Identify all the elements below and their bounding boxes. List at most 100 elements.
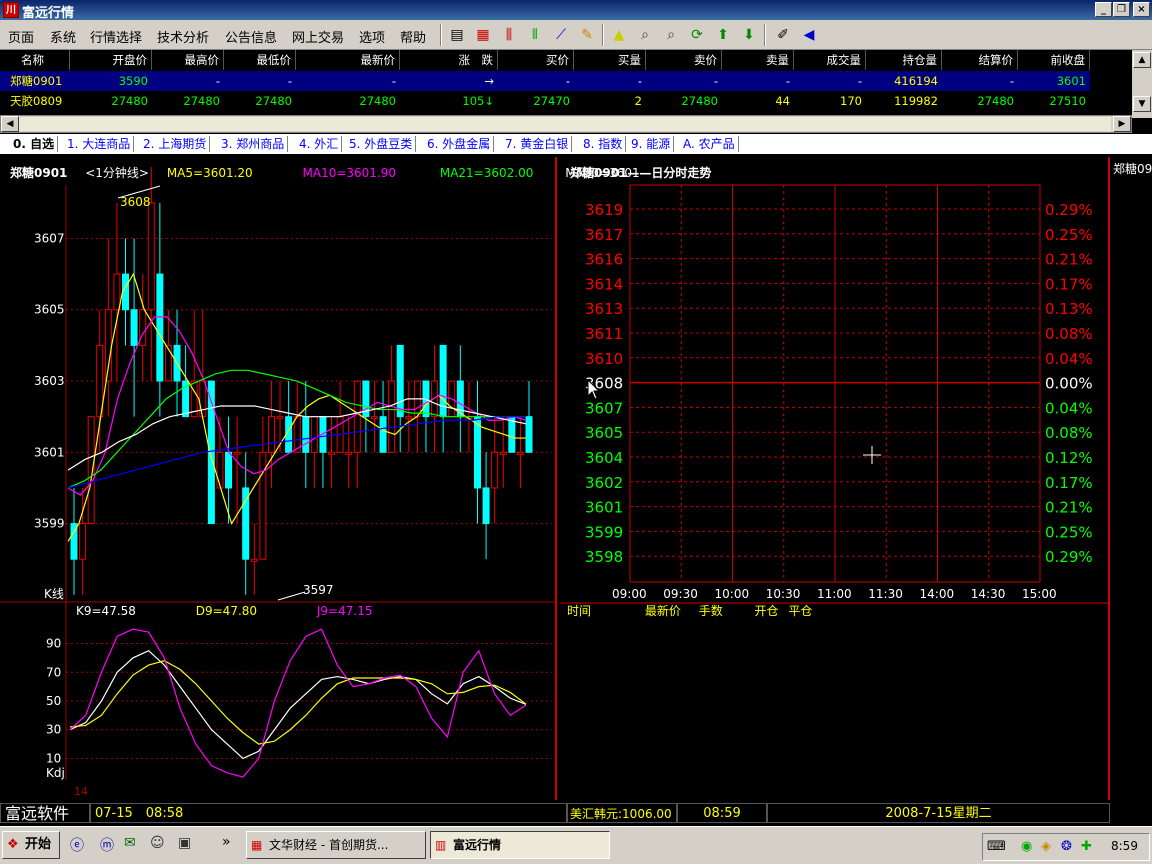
candle-body xyxy=(216,451,224,489)
intraday-pct-tick: 0.08% xyxy=(1045,424,1093,442)
quicklaunch-folder-icon[interactable]: ▣ xyxy=(178,835,191,851)
taskbar: ❖ 开始 ⓔ ⓜ ✉ ☺ ▣ » ▦ 文华财经 - 首创期货... ▥ 富远行情 ⌨ … xyxy=(0,826,1152,864)
status-time-right: 08:59 xyxy=(677,803,767,823)
kdj-line xyxy=(69,628,527,778)
brand-label: 富远软件 xyxy=(0,803,90,823)
candle-body xyxy=(276,416,284,420)
wenhua-icon: ▦ xyxy=(251,838,263,852)
high-marker: 3608 xyxy=(120,195,151,209)
candle-body xyxy=(508,416,516,453)
candle-body xyxy=(388,380,396,453)
candle-body xyxy=(79,523,87,560)
intraday-pct-tick: 0.13% xyxy=(1045,300,1093,318)
candle-body xyxy=(396,344,404,418)
quicklaunch-mail-icon[interactable]: ✉ xyxy=(124,835,136,851)
quicklaunch-more[interactable]: » xyxy=(222,834,231,850)
candle-body xyxy=(516,451,524,455)
intraday-y-tick: 3616 xyxy=(585,251,623,269)
candle-body xyxy=(242,487,250,560)
low-marker-line xyxy=(277,591,306,601)
kline-y-tick: 3599 xyxy=(34,517,65,531)
kline-y-tick: 3605 xyxy=(34,303,65,317)
kline-label: K线 xyxy=(44,587,64,601)
intraday-pct-tick: 0.21% xyxy=(1045,251,1093,269)
intraday-x-tick: 09:30 xyxy=(663,587,698,601)
intraday-y-tick: 3599 xyxy=(585,523,623,541)
kdj-line xyxy=(69,660,527,745)
intraday-pct-tick: 0.17% xyxy=(1045,474,1093,492)
intraday-y-tick: 3601 xyxy=(585,499,623,517)
candle-body xyxy=(491,451,499,489)
candle-body xyxy=(147,202,155,311)
candle-body xyxy=(302,416,310,453)
candle-body xyxy=(225,451,233,489)
task-fuyuan[interactable]: ▥ 富远行情 xyxy=(430,831,610,859)
intraday-y-tick: 3604 xyxy=(585,449,623,467)
kdj-y-tick: 70 xyxy=(46,665,61,679)
start-button[interactable]: ❖ 开始 xyxy=(2,831,60,859)
candle-body xyxy=(525,416,533,453)
candle-body xyxy=(482,487,490,525)
candle-body xyxy=(233,451,241,455)
kdj-y-tick: 50 xyxy=(46,694,61,708)
kdj-y-tick: 90 xyxy=(46,637,61,651)
status-time-left: 07-15 08:58 xyxy=(90,803,567,823)
intraday-y-tick: 3613 xyxy=(585,300,623,318)
network-icon[interactable]: ◉ xyxy=(1021,839,1032,854)
windows-logo-icon: ❖ xyxy=(7,837,19,852)
intraday-pct-tick: 0.21% xyxy=(1045,499,1093,517)
clock: 8:59 xyxy=(1111,839,1138,853)
intraday-pct-tick: 0.08% xyxy=(1045,325,1093,343)
low-marker: 3597 xyxy=(303,583,334,597)
intraday-x-tick: 11:30 xyxy=(868,587,903,601)
kline-y-tick: 3601 xyxy=(34,445,65,459)
quicklaunch-ie-icon[interactable]: ⓔ xyxy=(70,835,84,855)
candle-body xyxy=(473,416,481,489)
quicklaunch-media-icon[interactable]: ⓜ xyxy=(100,835,114,855)
kline-y-tick: 3607 xyxy=(34,231,65,245)
candle-body xyxy=(199,380,207,418)
candle-body xyxy=(370,416,378,420)
intraday-y-tick: 3598 xyxy=(585,548,623,566)
candle-body xyxy=(345,451,353,455)
system-tray: ⌨ ◉ ◈ ❂ ✚ 8:59 xyxy=(982,833,1150,861)
intraday-y-tick: 3619 xyxy=(585,201,623,219)
candle-body xyxy=(310,416,318,453)
messenger-icon[interactable]: ❂ xyxy=(1061,839,1072,854)
candle-body xyxy=(130,309,138,346)
intraday-pct-tick: 0.12% xyxy=(1045,449,1093,467)
intraday-x-tick: 09:00 xyxy=(612,587,647,601)
intraday-pct-tick: 0.25% xyxy=(1045,226,1093,244)
intraday-y-tick: 3617 xyxy=(585,226,623,244)
intraday-x-tick: 10:00 xyxy=(715,587,750,601)
intraday-x-tick: 14:00 xyxy=(920,587,955,601)
intraday-x-tick: 14:30 xyxy=(971,587,1006,601)
update-icon[interactable]: ✚ xyxy=(1081,839,1092,854)
quicklaunch-people-icon[interactable]: ☺ xyxy=(150,835,165,851)
intraday-y-tick: 3602 xyxy=(585,474,623,492)
keyboard-icon[interactable]: ⌨ xyxy=(987,839,1006,854)
candle-body xyxy=(250,558,258,562)
candle-body xyxy=(405,416,413,420)
intraday-y-tick: 3610 xyxy=(585,350,623,368)
intraday-pct-tick: 0.25% xyxy=(1045,523,1093,541)
intraday-y-tick: 3605 xyxy=(585,424,623,442)
intraday-x-tick: 15:00 xyxy=(1022,587,1057,601)
candle-body xyxy=(267,416,275,453)
start-label: 开始 xyxy=(25,837,52,852)
candle-body xyxy=(328,451,336,455)
intraday-pct-tick: 0.04% xyxy=(1045,399,1093,417)
shield-icon[interactable]: ◈ xyxy=(1041,839,1051,854)
intraday-y-tick: 3607 xyxy=(585,399,623,417)
candle-body xyxy=(113,273,121,311)
candle-body xyxy=(122,273,130,311)
task-wenhua[interactable]: ▦ 文华财经 - 首创期货... xyxy=(246,831,426,859)
intraday-pct-tick: 0.29% xyxy=(1045,201,1093,219)
intraday-x-tick: 10:30 xyxy=(766,587,801,601)
kline-y-tick: 3603 xyxy=(34,374,65,388)
intraday-x-tick: 11:00 xyxy=(817,587,852,601)
task-fuyuan-label: 富远行情 xyxy=(453,838,502,852)
kdj-y-tick: 10 xyxy=(46,751,61,765)
intraday-y-tick: 3614 xyxy=(585,275,623,293)
candle-body xyxy=(499,451,507,455)
